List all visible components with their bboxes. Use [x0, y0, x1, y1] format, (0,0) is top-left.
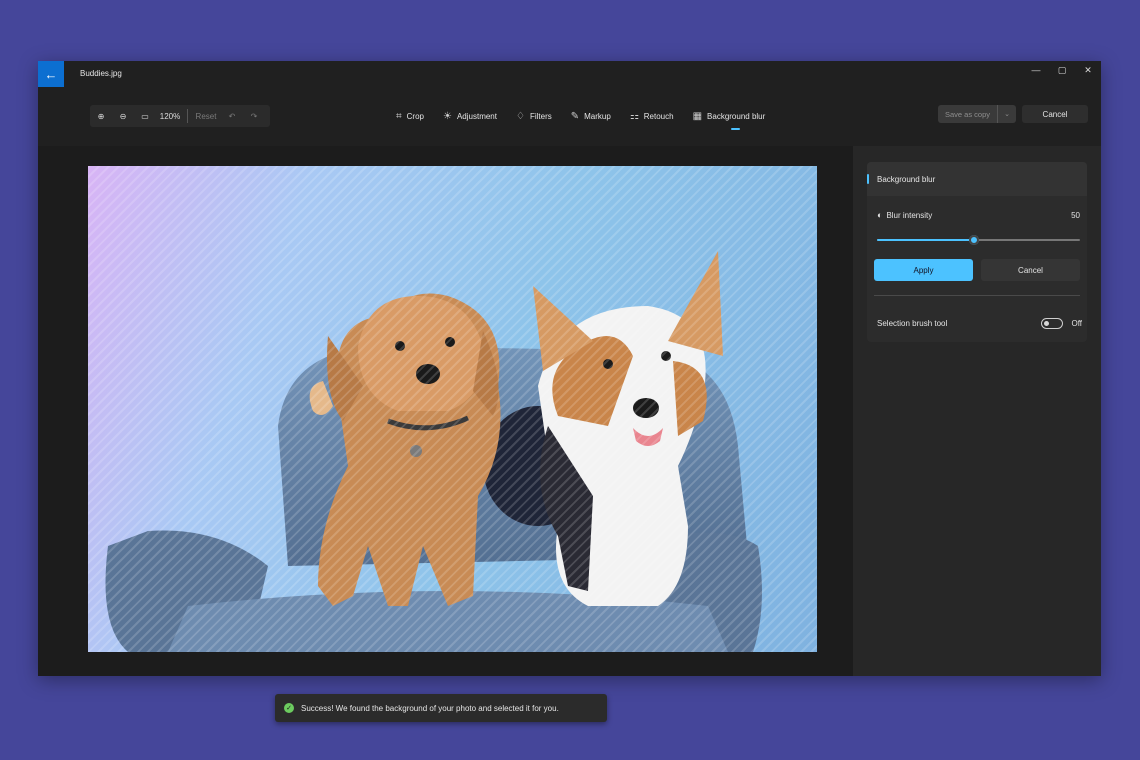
photos-app-window: ← Buddies.jpg — ▢ ✕ ⊕ ⊖ ▭ 120% Reset ↶ ↷… [38, 61, 1101, 722]
slider-fill [877, 239, 975, 241]
checkmark-icon: ✓ [284, 703, 294, 713]
minimize-button[interactable]: — [1023, 61, 1049, 79]
zoom-level[interactable]: 120% [156, 105, 184, 127]
undo-icon: ↶ [228, 111, 236, 121]
toast-message: Success! We found the background of your… [301, 703, 559, 713]
cancel-edit-button[interactable]: Cancel [1022, 105, 1088, 123]
brightness-icon: ☀ [442, 111, 452, 122]
tab-filters[interactable]: ♢ Filters [516, 111, 552, 122]
background-blur-icon: ▦ [692, 111, 703, 122]
toggle-knob [1044, 321, 1050, 326]
image-canvas: ✓ Success! We found the background of yo… [38, 146, 853, 722]
edit-tools: ⌗ Crop ☀ Adjustment ♢ Filters ✎ Markup ⚏… [396, 111, 784, 130]
close-icon: ✕ [1084, 64, 1092, 75]
reset-button[interactable]: Reset [191, 105, 221, 127]
zoom-toolbar: ⊕ ⊖ ▭ 120% Reset ↶ ↷ [90, 105, 270, 127]
tab-label: Filters [529, 112, 552, 121]
save-as-copy-label: Save as copy [944, 109, 991, 119]
tab-crop[interactable]: ⌗ Crop [396, 111, 424, 122]
tab-label: Markup [584, 112, 611, 121]
success-toast: ✓ Success! We found the background of yo… [275, 694, 607, 722]
fit-icon: ▭ [141, 111, 149, 121]
back-button[interactable]: ← [38, 61, 64, 87]
photo-preview[interactable] [88, 166, 817, 652]
tab-label: Adjustment [456, 112, 497, 121]
undo-button[interactable]: ↶ [221, 105, 243, 127]
title-bar: ← Buddies.jpg — ▢ ✕ [38, 61, 1101, 87]
minimize-icon: — [1031, 65, 1041, 75]
zoom-out-button[interactable]: ⊖ [112, 105, 134, 127]
window-controls: — ▢ ✕ [1023, 61, 1101, 81]
maximize-button[interactable]: ▢ [1049, 61, 1075, 79]
zoom-in-icon: ⊕ [97, 111, 105, 121]
background-selection-overlay [88, 166, 817, 652]
tab-label: Retouch [643, 112, 674, 121]
panel-title: Background blur [877, 174, 936, 184]
tab-retouch[interactable]: ⚏ Retouch [630, 111, 674, 122]
zoom-in-button[interactable]: ⊕ [90, 105, 112, 127]
divider [187, 109, 188, 123]
slider-thumb[interactable] [969, 235, 980, 245]
blur-intensity-row: ◐ Blur intensity 50 [877, 210, 1080, 220]
close-button[interactable]: ✕ [1075, 61, 1101, 79]
tab-background-blur[interactable]: ▦ Background blur [692, 111, 766, 130]
arrow-left-icon: ← [44, 66, 58, 82]
retouch-icon: ⚏ [629, 111, 639, 122]
blur-settings-card: Background blur ◐ Blur intensity 50 Appl… [867, 162, 1087, 342]
save-as-copy-button[interactable]: Save as copy ⌄ [938, 105, 1016, 123]
selection-brush-label: Selection brush tool [877, 319, 948, 328]
toggle-state: Off [1071, 319, 1082, 328]
filter-icon: ♢ [515, 111, 525, 122]
pen-icon: ✎ [570, 111, 580, 122]
blur-intensity-slider[interactable] [877, 235, 1080, 245]
tab-label: Background blur [707, 112, 766, 121]
crop-icon: ⌗ [396, 111, 402, 122]
tab-adjustment[interactable]: ☀ Adjustment [443, 111, 497, 122]
redo-button[interactable]: ↷ [243, 105, 265, 127]
panel-divider [874, 295, 1080, 296]
panel-header: Background blur [867, 162, 1087, 196]
blur-intensity-label: Blur intensity [886, 210, 933, 220]
tab-markup[interactable]: ✎ Markup [571, 111, 611, 122]
background-blur-panel: Background blur ◐ Blur intensity 50 Appl… [853, 146, 1101, 676]
cancel-button[interactable]: Cancel [981, 259, 1080, 281]
fit-to-window-button[interactable]: ▭ [134, 105, 156, 127]
contrast-icon: ◐ [877, 210, 883, 220]
apply-button[interactable]: Apply [874, 259, 973, 281]
redo-icon: ↷ [250, 111, 258, 121]
zoom-out-icon: ⊖ [119, 111, 127, 121]
blur-intensity-value: 50 [1071, 210, 1080, 220]
maximize-icon: ▢ [1057, 64, 1067, 75]
chevron-down-icon[interactable]: ⌄ [997, 105, 1016, 123]
tab-label: Crop [406, 112, 424, 121]
accent-bar [867, 174, 869, 184]
selection-brush-row: Selection brush tool Off [877, 318, 1082, 329]
selection-brush-toggle[interactable] [1041, 318, 1064, 329]
file-title: Buddies.jpg [80, 69, 122, 78]
